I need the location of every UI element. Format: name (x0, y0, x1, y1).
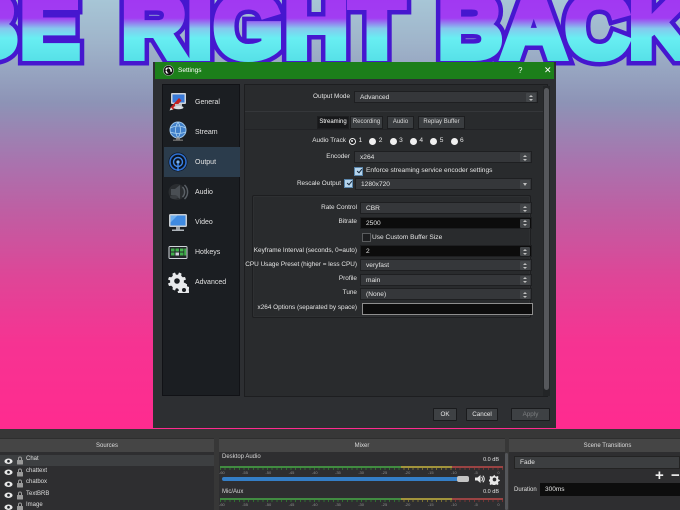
svg-text:BE: BE (0, 0, 82, 75)
